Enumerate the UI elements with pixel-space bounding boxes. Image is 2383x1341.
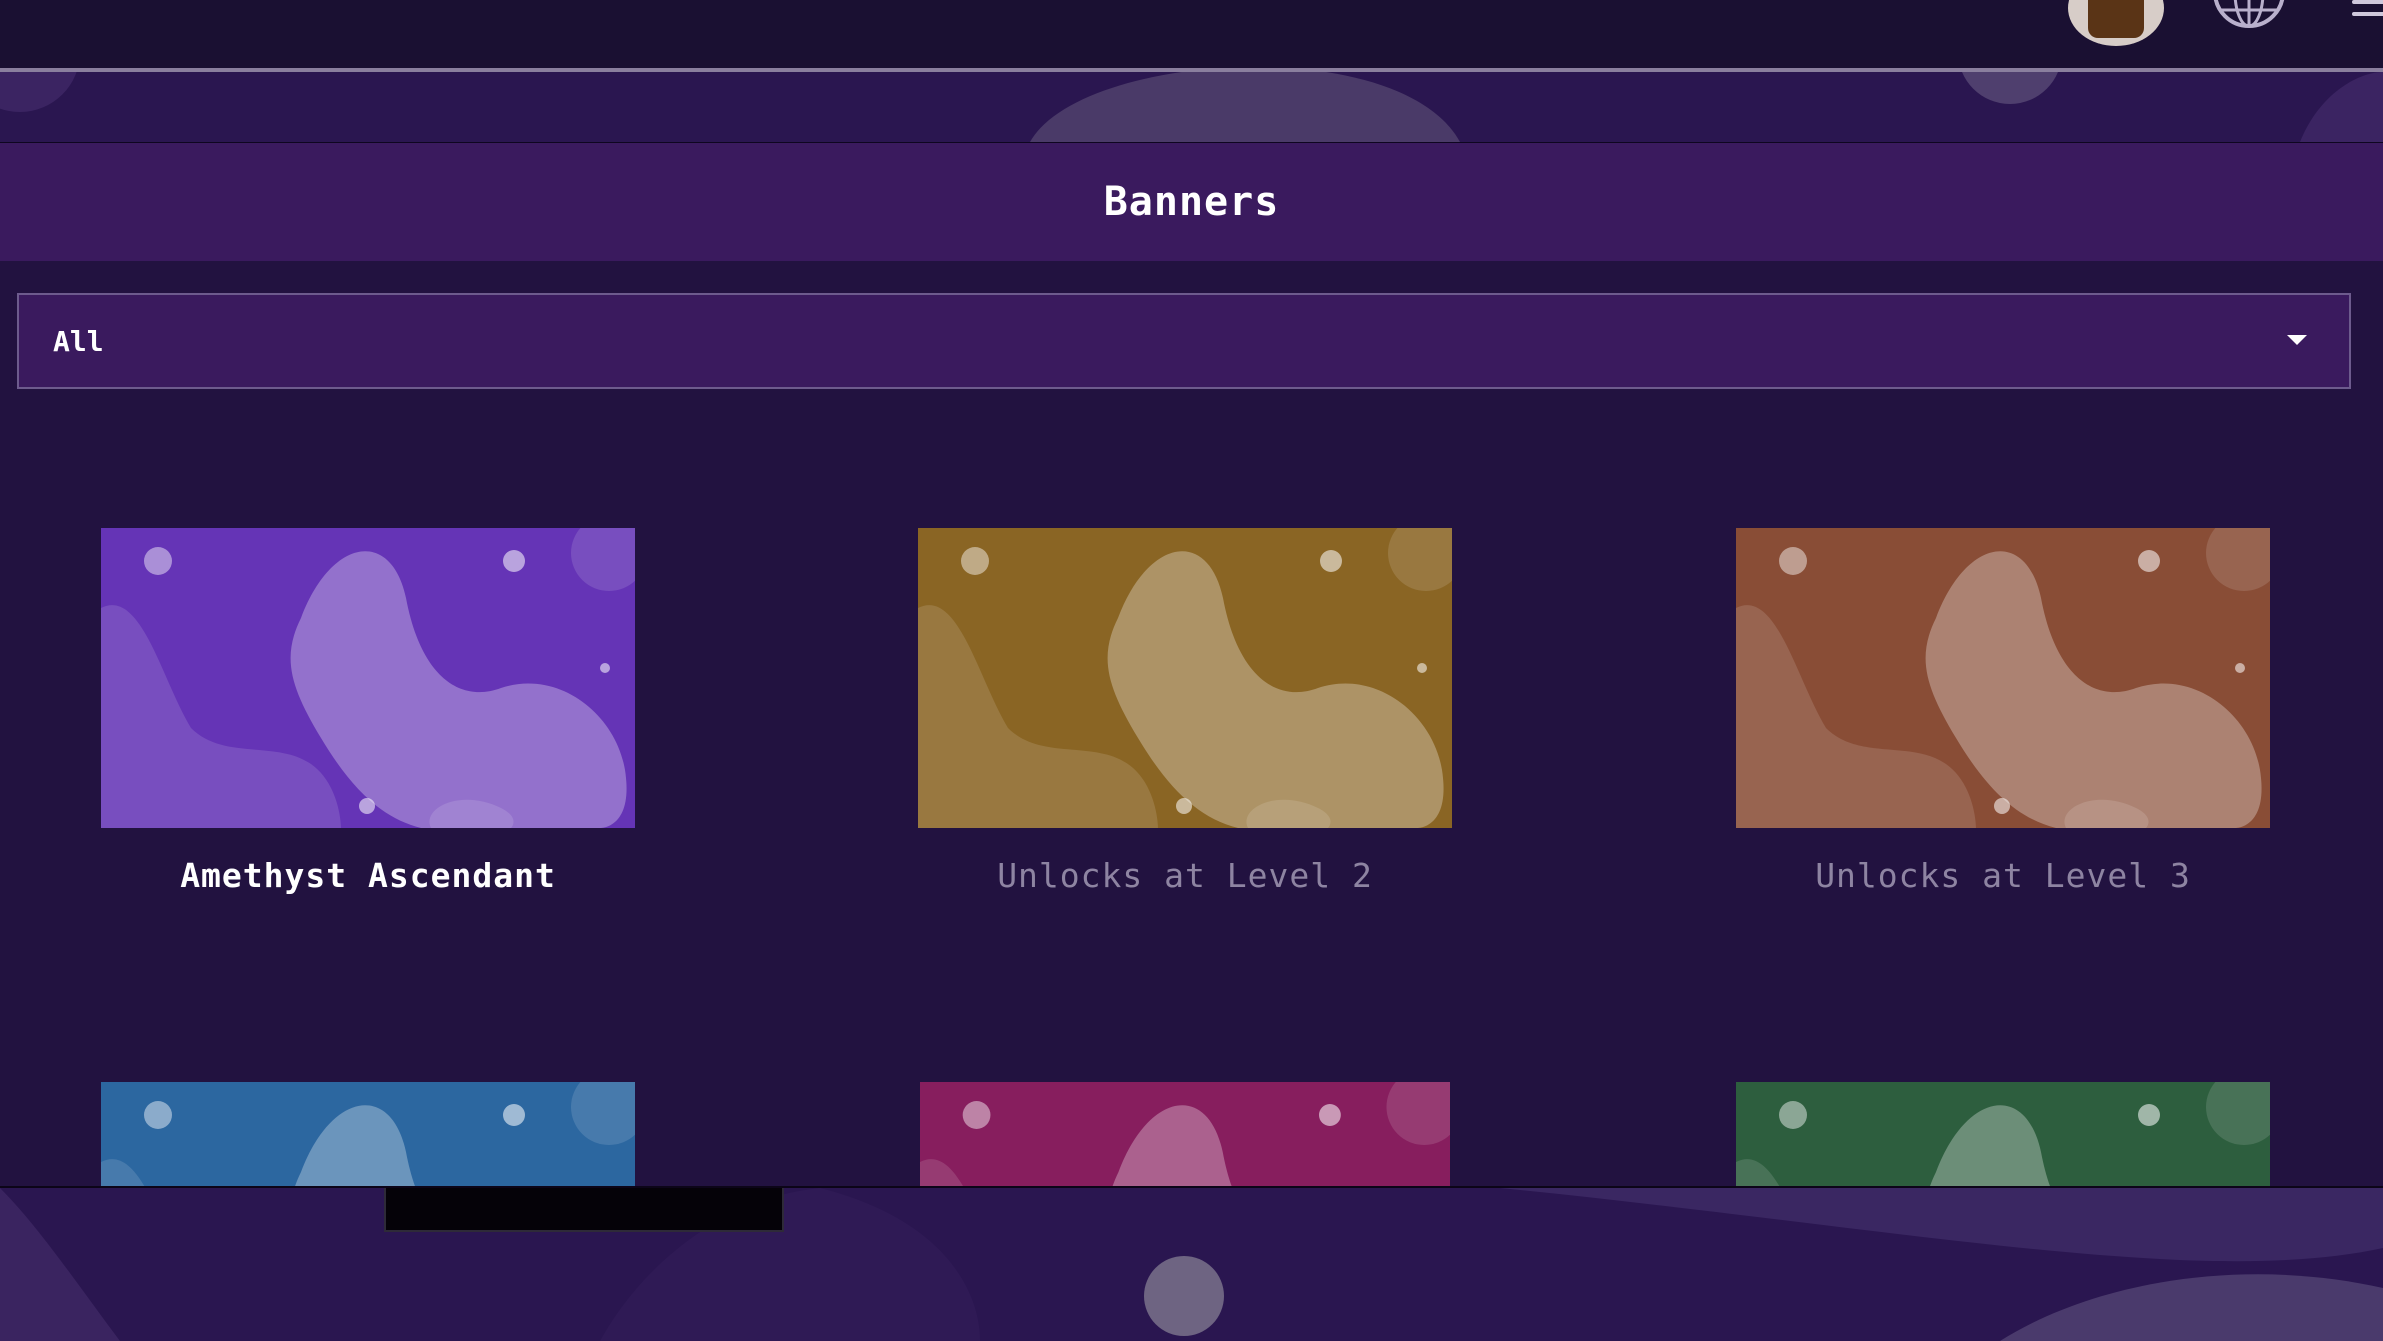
background-decoration — [0, 72, 2383, 144]
banner-thumbnail — [101, 1082, 635, 1186]
footer-handle-bar[interactable] — [384, 1188, 784, 1232]
banner-card-3[interactable] — [101, 1082, 635, 1186]
dropdown-selected-value: All — [53, 324, 104, 358]
banner-lock-label: Unlocks at Level 3 — [1815, 856, 2191, 895]
category-filter-dropdown[interactable]: All — [17, 293, 2351, 389]
banner-card-5[interactable] — [1736, 1082, 2270, 1186]
top-navigation-bar — [0, 0, 2383, 72]
banner-thumbnail — [1736, 1082, 2270, 1186]
avatar-icon[interactable] — [2068, 0, 2164, 46]
banner-card-1[interactable]: Unlocks at Level 2 — [918, 528, 1452, 895]
banner-card-4[interactable] — [920, 1082, 1450, 1186]
banner-gallery: All Amethyst Ascendant Unlocks at Level … — [0, 261, 2383, 1188]
globe-icon[interactable] — [2210, 0, 2288, 30]
banner-card-0[interactable]: Amethyst Ascendant — [101, 528, 635, 895]
banner-lock-label: Unlocks at Level 2 — [997, 856, 1373, 895]
banner-thumbnail — [918, 528, 1452, 828]
banner-thumbnail — [1736, 528, 2270, 828]
footer-decoration — [0, 1188, 2383, 1341]
banner-card-2[interactable]: Unlocks at Level 3 — [1736, 528, 2270, 895]
banner-thumbnail — [920, 1082, 1450, 1186]
hamburger-menu-icon[interactable] — [2352, 0, 2383, 20]
panel-header: Banners — [0, 143, 2383, 261]
banner-thumbnail — [101, 528, 635, 828]
chevron-down-icon — [2287, 335, 2307, 345]
page-title: Banners — [1103, 179, 1280, 225]
banner-label: Amethyst Ascendant — [180, 856, 556, 895]
